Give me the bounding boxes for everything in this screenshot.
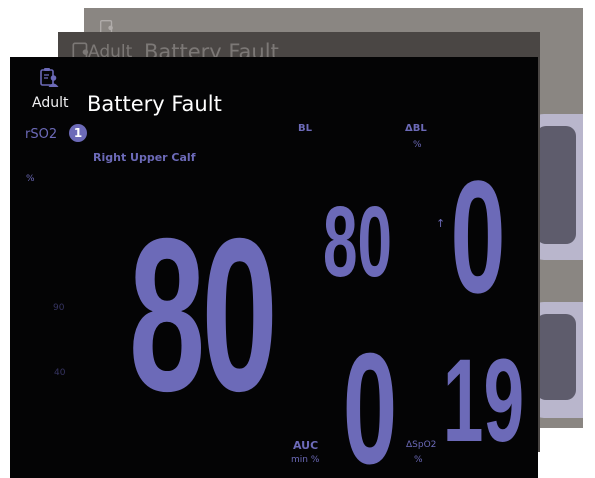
patient-profile-label[interactable]: Adult (32, 95, 68, 111)
baseline-label: BL (298, 123, 312, 134)
baseline-value: 80 (323, 186, 392, 298)
scale-high-value: 90 (53, 303, 65, 313)
trend-up-arrow-icon: ↑ (436, 217, 446, 230)
sensor-site-label[interactable]: Right Upper Calf (93, 151, 195, 164)
parameter-label: rSO2 (25, 127, 58, 142)
delta-spo2-value: 19 (442, 335, 525, 467)
auc-unit: min % (291, 455, 320, 465)
channel-number-badge: 1 (69, 124, 87, 142)
delta-spo2-unit: % (414, 455, 423, 465)
rso2-value: 80 (128, 194, 278, 437)
auc-value: 0 (342, 321, 398, 478)
scale-low-value: 40 (54, 368, 66, 378)
delta-baseline-value: 0 (450, 147, 506, 326)
monitor-screen: Adult Battery Fault rSO2 1 Right Upper C… (10, 57, 538, 478)
alert-title: Battery Fault (87, 92, 222, 116)
delta-baseline-unit: % (413, 140, 422, 150)
auc-label: AUC (293, 439, 319, 452)
parameter-unit: % (26, 174, 35, 184)
delta-spo2-label: ΔSpO2 (406, 440, 437, 450)
clipboard-user-icon[interactable] (38, 66, 60, 88)
delta-baseline-label: ΔBL (405, 123, 427, 134)
